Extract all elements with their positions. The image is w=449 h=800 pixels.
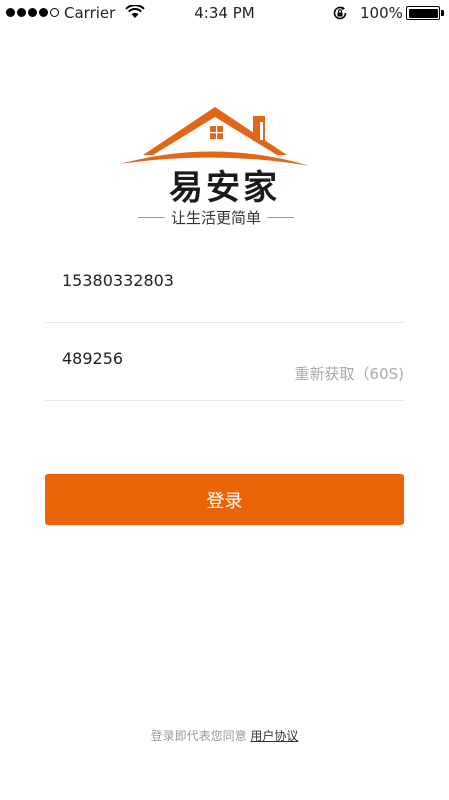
slogan-divider-left (138, 216, 165, 218)
brand-name: 易安家 (169, 168, 280, 208)
battery-icon (406, 6, 440, 20)
rotation-lock-icon (333, 6, 347, 20)
battery-percent: 100% (360, 4, 403, 22)
slogan-divider-right (267, 216, 295, 218)
battery-tip (441, 10, 444, 16)
phone-field (45, 245, 404, 323)
agreement-notice: 登录即代表您同意 用户协议 (0, 727, 449, 744)
status-bar: Carrier 4:34 PM 100% (0, 0, 449, 26)
agreement-prefix: 登录即代表您同意 (150, 729, 247, 743)
user-agreement-link[interactable]: 用户协议 (250, 729, 298, 743)
slogan-row: 让生活更简单 (138, 206, 295, 228)
verification-code-input[interactable] (62, 349, 272, 368)
login-button[interactable]: 登录 (45, 474, 404, 525)
brand-slogan: 让生活更简单 (171, 208, 262, 227)
phone-input[interactable] (62, 271, 272, 290)
code-field: 重新获取（60S) (45, 323, 404, 401)
resend-code-button[interactable]: 重新获取（60S) (295, 363, 404, 384)
